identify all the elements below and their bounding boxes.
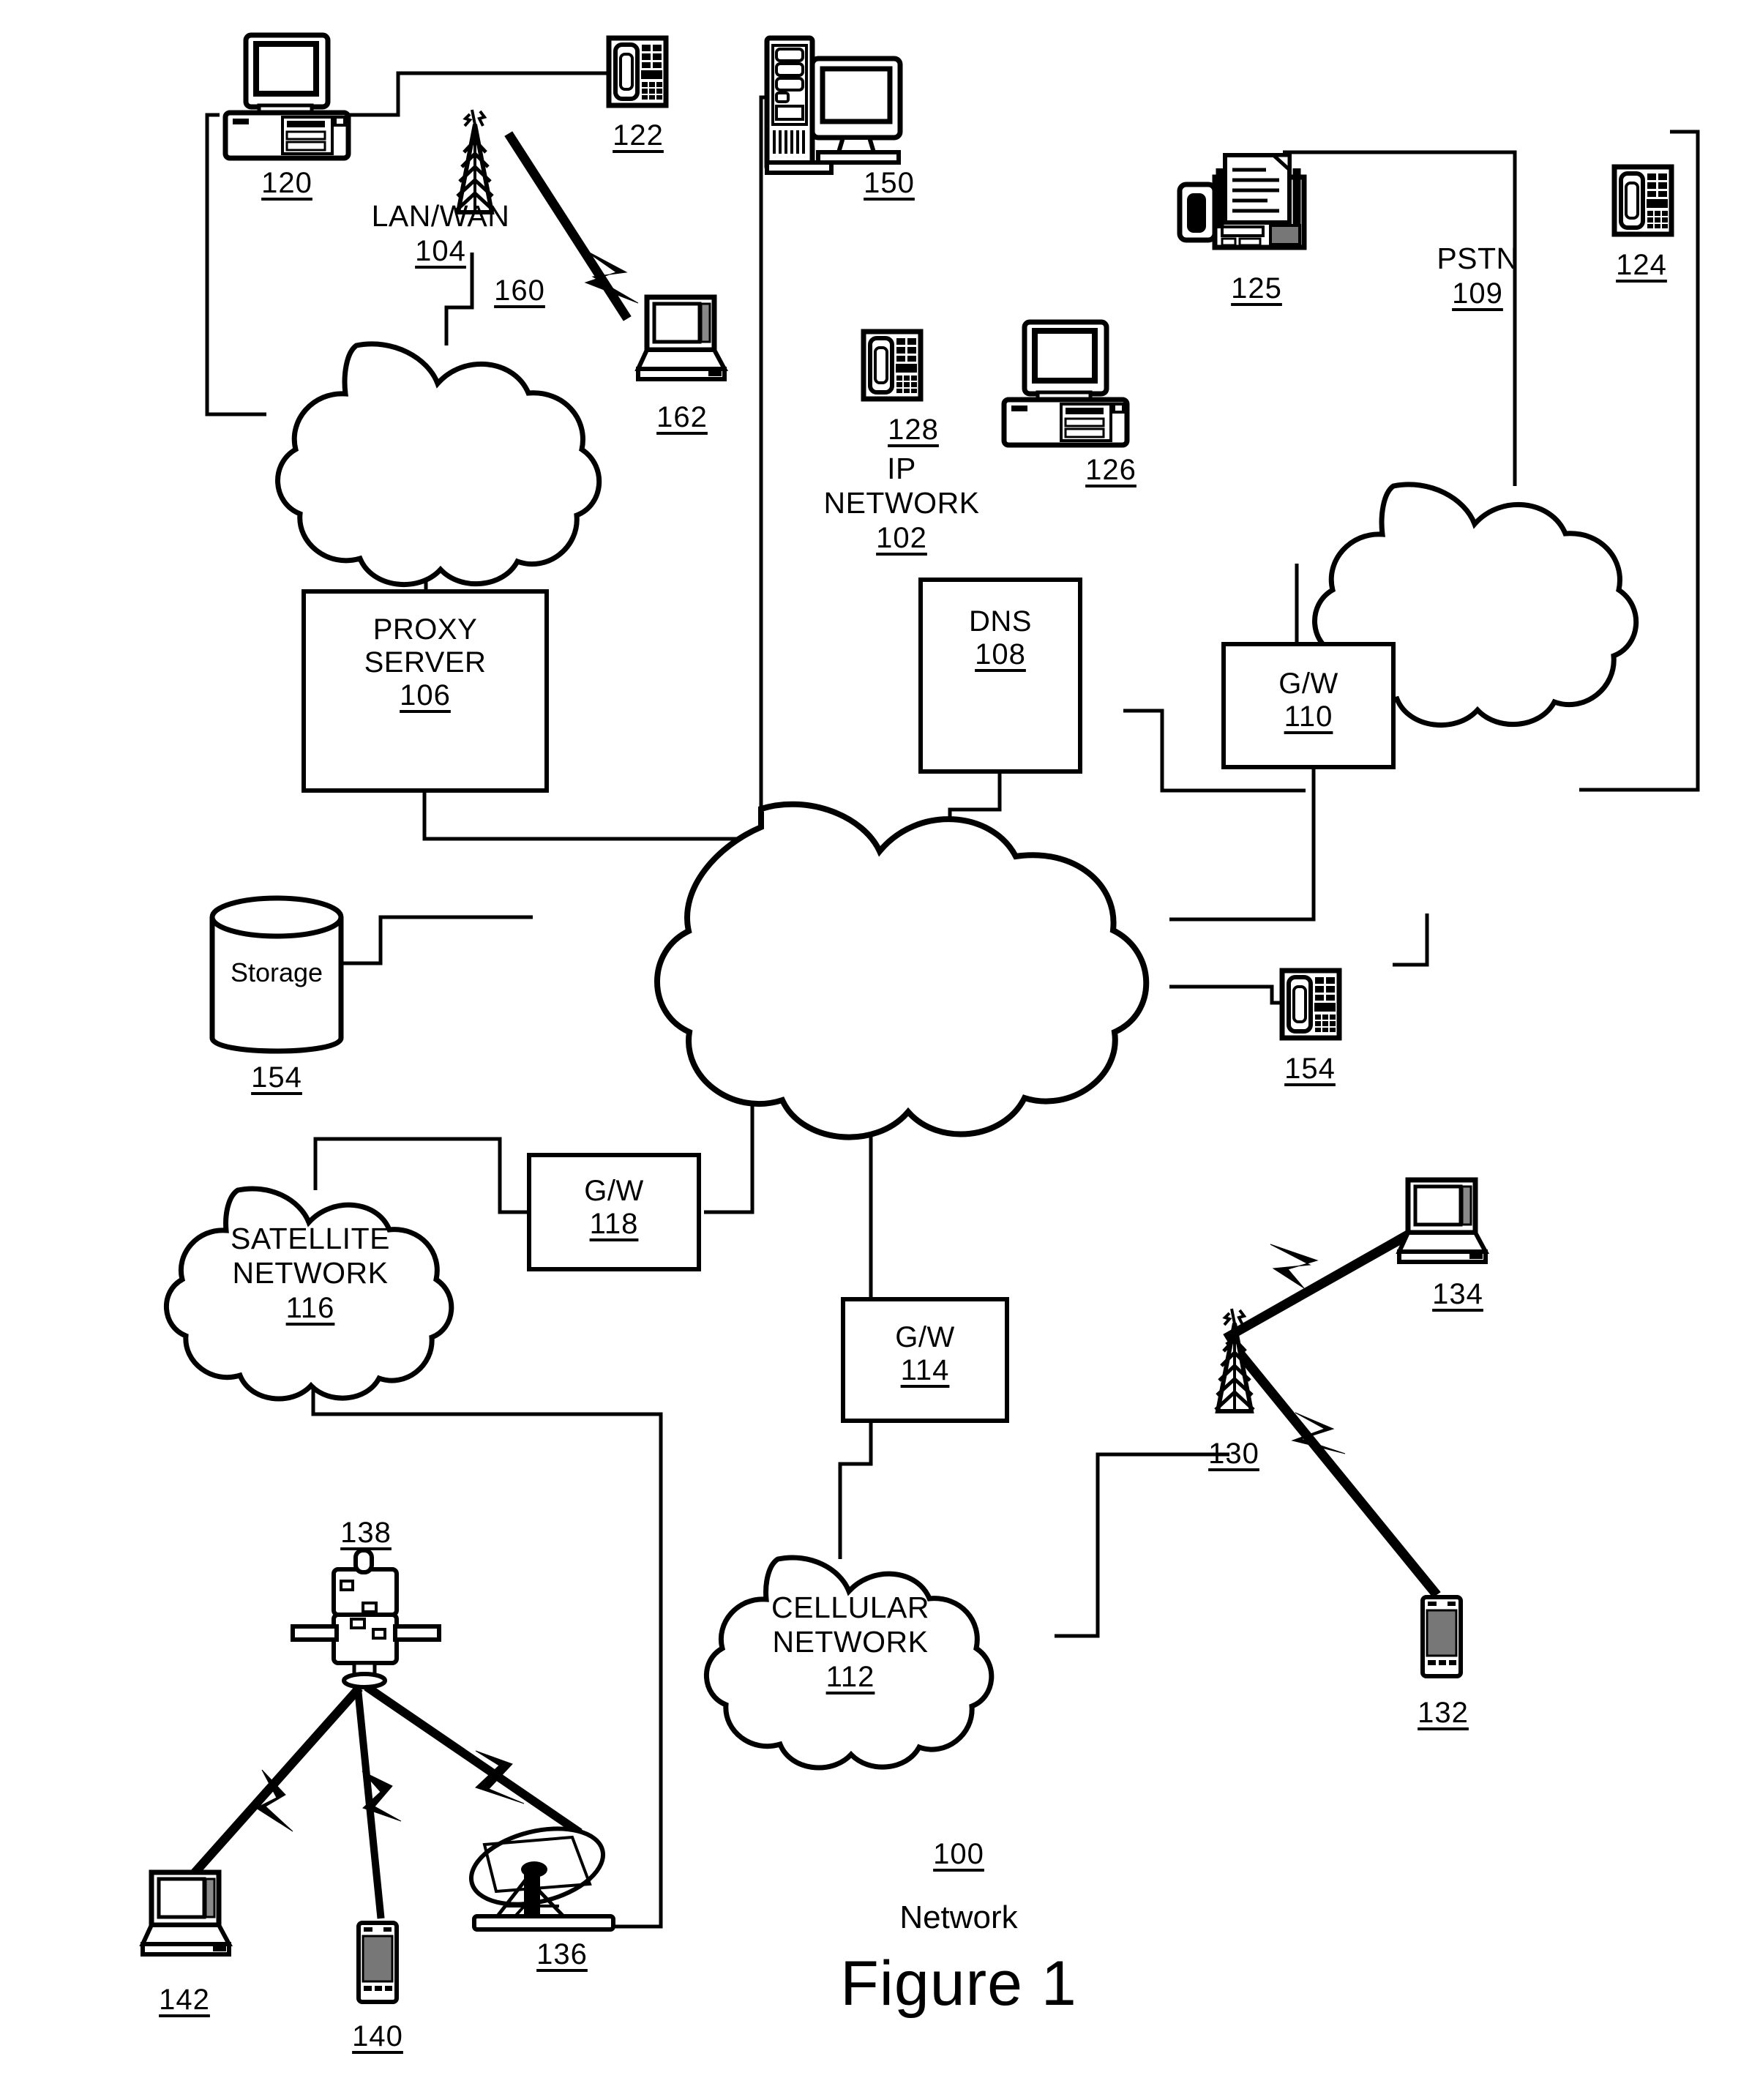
patent-figure-page: LAN/WAN 104 PSTN 109 IP NETWORK 102 SATE…: [0, 0, 1760, 2100]
box-label-gw-110: G/W 110: [1278, 668, 1338, 733]
ref-tower-130: 130: [1208, 1438, 1259, 1470]
gw-110-line-1: G/W: [1278, 668, 1338, 700]
proxy-server-ref: 106: [400, 679, 451, 711]
proxy-server-line-1: PROXY: [372, 613, 478, 646]
ref-laptop-162: 162: [656, 401, 708, 433]
cloud-cellular-ref: 112: [825, 1661, 875, 1693]
ref-desk-phone-128: 128: [888, 414, 939, 446]
cloud-ipnetwork-ref: 102: [876, 522, 927, 554]
gw-118-line-1: G/W: [584, 1175, 644, 1207]
gw-114-ref: 114: [900, 1354, 950, 1386]
cloud-lanwan-ref: 104: [415, 235, 466, 267]
storage-ref: 154: [251, 1061, 302, 1094]
proxy-server-line-2: SERVER: [364, 646, 487, 679]
cloud-ipnetwork: [654, 801, 1150, 1140]
cloud-label-satellite-network: SATELLITE NETWORK 116: [231, 1222, 390, 1325]
cloud-cellular-name-1: CELLULAR: [771, 1591, 929, 1624]
storage-label: Storage: [230, 957, 323, 987]
ref-laptop-134: 134: [1432, 1278, 1483, 1310]
ref-fax-125: 125: [1231, 272, 1282, 304]
ref-desk-phone-122: 122: [613, 119, 664, 152]
cloud-label-pstn: PSTN 109: [1437, 242, 1518, 310]
box-label-gw-114: G/W 114: [895, 1321, 954, 1387]
ref-satellite-138: 138: [340, 1517, 392, 1549]
ref-satellite-dish-136: 136: [536, 1938, 588, 1970]
figure-title: Figure 1: [840, 1948, 1077, 2019]
cloud-pstn-name: PSTN: [1437, 242, 1519, 275]
ref-desk-phone-124: 124: [1616, 249, 1667, 281]
cloud-pstn-ref: 109: [1452, 277, 1503, 310]
gw-110-ref: 110: [1284, 700, 1333, 733]
cloud-lanwan: [275, 341, 602, 587]
ref-tower-server-150: 150: [864, 167, 915, 199]
system-label-network: Network: [899, 1899, 1018, 1935]
ref-tower-160: 160: [494, 274, 545, 307]
cloud-satellite-name-2: NETWORK: [232, 1256, 389, 1290]
figure-canvas: [0, 0, 1700, 2100]
ref-desktop-126: 126: [1085, 454, 1136, 486]
cloud-label-ipnetwork: IP NETWORK 102: [823, 452, 979, 555]
ref-mobile-132: 132: [1418, 1697, 1469, 1729]
box-label-proxy-server: PROXY SERVER 106: [364, 613, 487, 712]
cloud-ipnetwork-name-1: IP: [887, 452, 916, 485]
box-label-dns: DNS 108: [969, 605, 1032, 671]
cloud-satellite-ref: 116: [285, 1292, 335, 1324]
dns-ref: 108: [975, 638, 1026, 670]
ref-ip-phone-154: 154: [1284, 1053, 1336, 1085]
gw-118-ref: 118: [589, 1208, 639, 1240]
cloud-cellular-name-2: NETWORK: [772, 1625, 929, 1659]
cloud-label-cellular-network: CELLULAR NETWORK 112: [771, 1591, 929, 1694]
cloud-lanwan-name: LAN/WAN: [371, 199, 510, 233]
ref-desktop-120: 120: [261, 167, 312, 199]
system-ref-100: 100: [933, 1838, 984, 1870]
ref-mobile-140: 140: [352, 2020, 403, 2052]
gw-114-line-1: G/W: [895, 1321, 955, 1353]
dns-line-1: DNS: [969, 605, 1032, 638]
box-label-gw-118: G/W 118: [584, 1175, 643, 1241]
cloud-label-lanwan: LAN/WAN 104: [372, 199, 510, 268]
ref-laptop-142: 142: [159, 1984, 210, 2016]
cloud-satellite-name-1: SATELLITE: [231, 1222, 390, 1255]
cloud-ipnetwork-name-2: NETWORK: [823, 486, 980, 520]
